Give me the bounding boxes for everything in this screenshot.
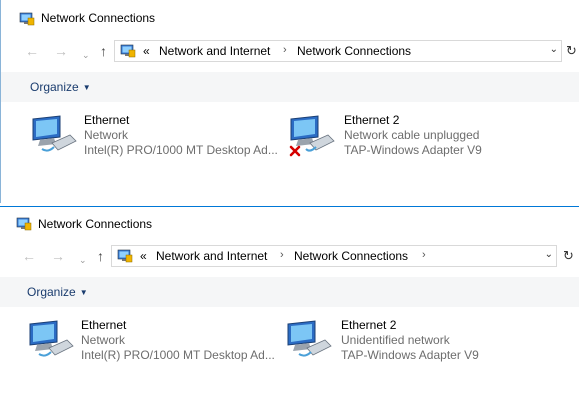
window-title: Network Connections <box>41 11 156 25</box>
connection-status: Network <box>84 128 129 142</box>
network-adapter-icon <box>32 115 77 152</box>
network-connections-icon <box>19 12 35 26</box>
connection-item-ethernet-2[interactable]: Ethernet 2 Unidentified network TAP-Wind… <box>285 318 545 378</box>
organize-button[interactable]: Organize ▼ <box>27 285 88 299</box>
refresh-icon[interactable]: ↻ <box>563 248 574 264</box>
navigation-bar: ← → ⌄ ↑ « Network and Internet › Network… <box>1 38 579 66</box>
network-connections-icon <box>16 217 32 231</box>
forward-arrow-icon[interactable]: → <box>51 247 65 265</box>
connection-name: Ethernet <box>84 113 130 127</box>
address-dropdown-icon[interactable]: ⌄ <box>550 44 558 55</box>
breadcrumb-network-connections[interactable]: Network Connections <box>297 44 411 58</box>
command-bar: Organize ▼ <box>0 277 579 307</box>
network-connections-window-2: Network Connections ← → ⌄ ↑ « Network an… <box>0 206 579 398</box>
overflow-chevron[interactable]: « <box>143 44 150 58</box>
connection-status: Network cable unplugged <box>344 128 480 142</box>
breadcrumb-network-connections[interactable]: Network Connections <box>294 249 408 263</box>
up-arrow-icon[interactable]: ↑ <box>100 42 107 60</box>
connection-adapter: Intel(R) PRO/1000 MT Desktop Ad... <box>81 348 275 362</box>
overflow-chevron[interactable]: « <box>140 249 147 263</box>
connection-status: Network <box>81 333 126 347</box>
back-arrow-icon[interactable]: ← <box>25 42 39 60</box>
connection-status: Unidentified network <box>341 333 450 347</box>
recent-locations-chevron-icon[interactable]: ⌄ <box>82 46 90 64</box>
title-bar: Network Connections <box>1 0 579 38</box>
connection-item-ethernet[interactable]: Ethernet Network Intel(R) PRO/1000 MT De… <box>30 113 290 173</box>
network-adapter-icon <box>29 320 74 357</box>
address-dropdown-icon[interactable]: ⌄ <box>545 249 553 260</box>
connection-name: Ethernet <box>81 318 127 332</box>
breadcrumb-trailing-arrow[interactable]: › <box>422 249 426 261</box>
network-connections-icon <box>120 44 136 58</box>
network-connections-window-1: Network Connections ← → ⌄ ↑ « Network an… <box>0 0 579 203</box>
refresh-icon[interactable]: ↻ <box>566 43 577 59</box>
network-connections-icon <box>117 249 133 263</box>
connection-name: Ethernet 2 <box>341 318 397 332</box>
organize-dropdown-icon: ▼ <box>82 83 91 92</box>
recent-locations-chevron-icon[interactable]: ⌄ <box>79 251 87 269</box>
connection-name: Ethernet 2 <box>344 113 400 127</box>
disconnected-x-icon <box>289 145 301 157</box>
connection-item-ethernet-2[interactable]: Ethernet 2 Network cable unplugged TAP-W… <box>288 113 548 173</box>
back-arrow-icon[interactable]: ← <box>22 247 36 265</box>
navigation-bar: ← → ⌄ ↑ « Network and Internet › Network… <box>0 243 579 271</box>
breadcrumb-separator[interactable]: › <box>280 249 284 261</box>
connection-adapter: TAP-Windows Adapter V9 <box>344 143 482 157</box>
organize-dropdown-icon: ▼ <box>79 288 88 297</box>
title-bar: Network Connections <box>0 207 579 245</box>
address-bar[interactable]: « Network and Internet › Network Connect… <box>111 245 557 267</box>
breadcrumb-network-and-internet[interactable]: Network and Internet <box>159 44 270 58</box>
connection-adapter: Intel(R) PRO/1000 MT Desktop Ad... <box>84 143 278 157</box>
breadcrumb-network-and-internet[interactable]: Network and Internet <box>156 249 267 263</box>
command-bar: Organize ▼ <box>1 72 579 102</box>
connection-adapter: TAP-Windows Adapter V9 <box>341 348 479 362</box>
network-adapter-icon <box>287 320 332 357</box>
window-title: Network Connections <box>38 217 153 231</box>
organize-button[interactable]: Organize ▼ <box>30 80 91 94</box>
connection-item-ethernet[interactable]: Ethernet Network Intel(R) PRO/1000 MT De… <box>27 318 287 378</box>
breadcrumb-separator[interactable]: › <box>283 44 287 56</box>
address-bar[interactable]: « Network and Internet › Network Connect… <box>114 40 562 62</box>
forward-arrow-icon[interactable]: → <box>54 42 68 60</box>
up-arrow-icon[interactable]: ↑ <box>97 247 104 265</box>
